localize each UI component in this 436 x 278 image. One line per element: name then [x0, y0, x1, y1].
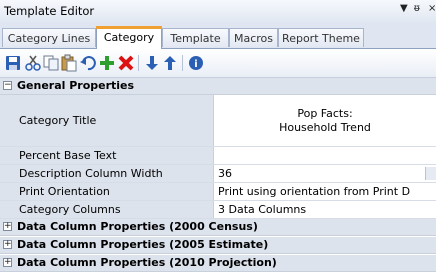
property-row-category-columns[interactable]: Category Columns 3 Data Columns — [0, 201, 436, 219]
tab-strip: Category Lines Category Template Macros … — [0, 24, 436, 49]
help-icon[interactable]: i — [187, 54, 205, 72]
property-name: Category Title — [14, 95, 214, 146]
tab-category[interactable]: Category — [96, 26, 162, 49]
property-value-category-columns[interactable]: 3 Data Columns — [214, 201, 436, 218]
category-label: General Properties — [17, 79, 135, 92]
toolbar-separator — [138, 55, 139, 71]
category-data-column-2010-projection[interactable]: + Data Column Properties (2010 Projectio… — [0, 255, 436, 272]
close-icon[interactable]: × — [428, 3, 436, 14]
value-text: 36 — [218, 167, 232, 180]
toolbar: i — [0, 49, 436, 78]
category-label: Data Column Properties (2005 Estimate) — [17, 238, 269, 251]
property-value-print-orientation[interactable]: Print using orientation from Print D — [214, 183, 436, 200]
paste-icon[interactable] — [60, 54, 78, 72]
panel-title: Template Editor — [4, 4, 95, 18]
dropdown-arrow-icon[interactable]: ▼ — [400, 3, 408, 14]
property-name: Description Column Width — [14, 165, 214, 182]
save-icon[interactable] — [4, 54, 22, 72]
property-name: Percent Base Text — [14, 147, 214, 164]
pin-icon[interactable]: ᵿ — [414, 3, 420, 14]
expand-icon[interactable]: + — [3, 240, 12, 249]
property-row-description-column-width[interactable]: Description Column Width 36 — [0, 165, 436, 183]
category-data-column-2000-census[interactable]: + Data Column Properties (2000 Census) — [0, 219, 436, 236]
property-row-print-orientation[interactable]: Print Orientation Print using orientatio… — [0, 183, 436, 201]
value-line-1: Pop Facts: — [297, 106, 353, 120]
property-name: Category Columns — [14, 201, 214, 218]
tab-template[interactable]: Template — [162, 28, 229, 47]
property-row-percent-base-text[interactable]: Percent Base Text — [0, 147, 436, 165]
panel-controls: ▼ ᵿ × — [400, 3, 436, 19]
property-name: Print Orientation — [14, 183, 214, 200]
value-line-2: Household Trend — [279, 120, 371, 134]
property-grid: − General Properties Category Title Pop … — [0, 78, 436, 278]
category-label: Data Column Properties (2010 Projection) — [17, 256, 277, 269]
expand-icon[interactable]: + — [3, 258, 12, 267]
property-row-category-title[interactable]: Category Title Pop Facts: Household Tren… — [0, 95, 436, 147]
move-down-icon[interactable] — [143, 54, 161, 72]
property-value-category-title[interactable]: Pop Facts: Household Trend — [214, 95, 436, 146]
delete-icon[interactable] — [117, 54, 135, 72]
svg-text:i: i — [194, 59, 197, 70]
cut-icon[interactable] — [24, 54, 42, 72]
add-icon[interactable] — [98, 54, 116, 72]
tab-report-theme[interactable]: Report Theme — [278, 28, 364, 47]
copy-icon[interactable] — [42, 54, 60, 72]
spinner-icon[interactable] — [425, 167, 436, 180]
category-general-properties[interactable]: − General Properties — [0, 78, 436, 95]
tab-category-lines[interactable]: Category Lines — [2, 28, 96, 47]
toolbar-separator — [182, 55, 183, 71]
property-value-percent-base-text[interactable] — [214, 147, 436, 164]
tab-macros[interactable]: Macros — [229, 28, 278, 47]
move-up-icon[interactable] — [161, 54, 179, 72]
category-label: Data Column Properties (2000 Census) — [17, 220, 258, 233]
property-value-description-column-width[interactable]: 36 — [214, 165, 436, 182]
panel-titlebar: Template Editor ▼ ᵿ × — [0, 0, 436, 25]
collapse-icon[interactable]: − — [3, 81, 12, 90]
category-data-column-2005-estimate[interactable]: + Data Column Properties (2005 Estimate) — [0, 237, 436, 254]
undo-icon[interactable] — [79, 54, 97, 72]
expand-icon[interactable]: + — [3, 222, 12, 231]
